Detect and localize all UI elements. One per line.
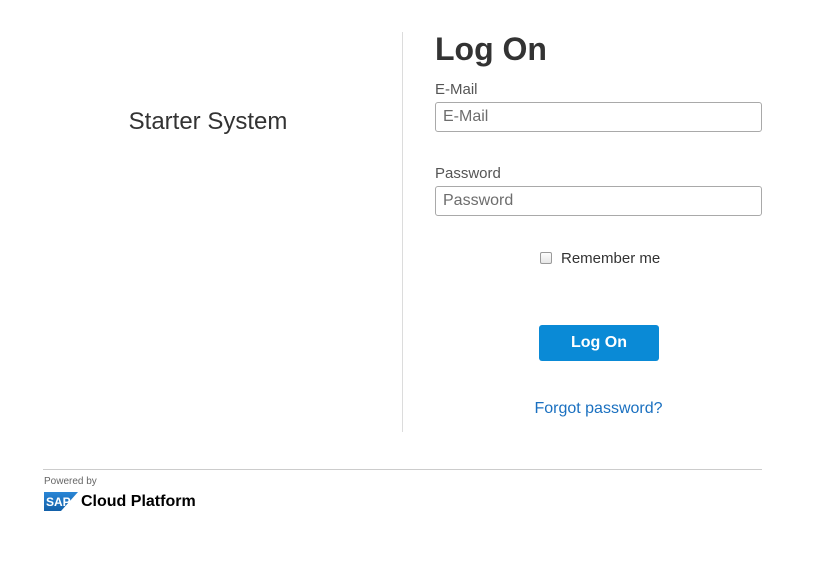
email-field[interactable] [435,102,762,132]
platform-name: Cloud Platform [81,493,196,510]
password-field[interactable] [435,186,762,216]
logon-page: Starter System Log On E-Mail Password Re… [0,0,816,585]
email-label: E-Mail [435,81,478,98]
powered-by-text: Powered by [44,476,97,487]
system-name: Starter System [128,108,288,135]
remember-me-checkbox[interactable] [540,251,552,264]
forgot-password-link[interactable]: Forgot password? [435,400,762,418]
page-title: Log On [435,31,547,67]
logon-form: Log On E-Mail Password Remember me Log O… [435,30,762,417]
password-label: Password [435,165,501,182]
footer-divider [43,469,762,470]
vertical-divider [402,32,403,432]
remember-me[interactable]: Remember me [540,250,660,267]
remember-me-label: Remember me [561,250,661,267]
logon-button[interactable]: Log On [539,325,659,361]
sap-logo-icon: SAP [44,492,78,511]
sap-logo-text: SAP [46,495,71,509]
branding-pane: Starter System [0,32,402,432]
